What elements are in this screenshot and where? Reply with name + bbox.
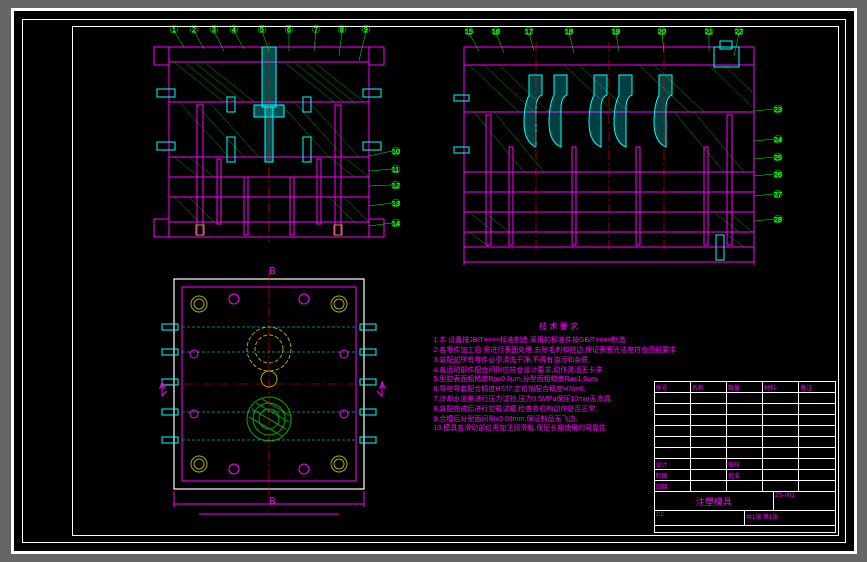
svg-text:19: 19 (612, 29, 620, 36)
svg-text:7: 7 (314, 27, 318, 34)
svg-text:13: 13 (392, 201, 400, 208)
note-line: 5.型腔表面粗糙度Ra≤0.8μm,分型面粗糙度Ra≤1.6μm. (434, 375, 684, 385)
note-line: 9.合模后分型面间隙≤0.03mm,保证制品无飞边. (434, 415, 684, 425)
svg-text:2: 2 (192, 27, 196, 34)
tb-cell: 序号 (655, 382, 691, 392)
svg-text:26: 26 (774, 172, 782, 179)
svg-text:18: 18 (565, 29, 573, 36)
svg-text:23: 23 (774, 107, 782, 114)
drawing-number: ZS-001 (774, 492, 834, 510)
svg-text:11: 11 (392, 167, 399, 174)
svg-text:24: 24 (774, 137, 782, 144)
svg-text:10: 10 (392, 149, 400, 156)
section-view-right (454, 41, 754, 265)
drawing-sheet[interactable]: 1 2 3 4 5 6 7 8 9 10 11 12 13 14 (11, 8, 857, 554)
note-line: 10.模具各滑动部位需加注润滑脂,保证长期使用的可靠性. (434, 424, 684, 434)
note-line: 1.本 设备按JB/T××××标准制造,采用的标准件按GB/T××××制造. (434, 336, 684, 346)
note-line: 6.导柱导套配合精度H7/f7,定位销配合精度H7/m6. (434, 385, 684, 395)
svg-text:3: 3 (212, 27, 216, 34)
note-line: 8.装配完成后进行空载试模,检查各机构动作是否正常. (434, 405, 684, 415)
svg-text:21: 21 (705, 29, 713, 36)
svg-text:16: 16 (492, 29, 500, 36)
svg-text:5: 5 (260, 27, 264, 34)
svg-text:28: 28 (774, 217, 782, 224)
section-view-left (154, 42, 384, 242)
callout-leaders-left: 1 2 3 4 5 6 7 8 9 10 11 12 13 14 (170, 25, 400, 228)
svg-text:20: 20 (658, 29, 666, 36)
title-block: 序号名称数量材料备注 设计审核 制图批准 日期 注塑模具ZS-001 1:2共1… (654, 381, 836, 533)
technical-notes: 技 术 要 求 1.本 设备按JB/T××××标准制造,采用的标准件按GB/T×… (434, 321, 684, 434)
svg-text:6: 6 (287, 27, 291, 34)
svg-text:12: 12 (392, 183, 400, 190)
svg-text:17: 17 (525, 29, 533, 36)
svg-text:25: 25 (774, 155, 782, 162)
cad-viewer: 1 2 3 4 5 6 7 8 9 10 11 12 13 14 (0, 0, 867, 562)
svg-text:B: B (269, 496, 276, 507)
svg-text:B: B (269, 266, 276, 277)
svg-text:14: 14 (392, 221, 400, 228)
svg-text:15: 15 (465, 29, 473, 36)
notes-title: 技 术 要 求 (434, 321, 684, 332)
svg-text:22: 22 (735, 29, 743, 36)
svg-text:9: 9 (364, 27, 368, 34)
note-line: 4.各运动部件配合间隙应符合设计要求,动作灵活无卡滞. (434, 366, 684, 376)
note-line: 3.装配前所有零件必须清洗干净,不得有油污和杂质. (434, 356, 684, 366)
svg-text:8: 8 (340, 27, 344, 34)
note-line: 2.各零件加工后 需进行表面处理,去除毛刺和锐边,保证表面光洁度符合图纸要求. (434, 346, 684, 356)
plan-view (162, 271, 376, 514)
svg-text:1: 1 (172, 27, 176, 34)
note-line: 7.冷却水道需进行压力试验,压力0.5MPa保压10min无渗漏. (434, 395, 684, 405)
svg-text:4: 4 (232, 27, 236, 34)
drawing-title: 注塑模具 (655, 492, 775, 510)
sheet-number: 共1张 第1张 (745, 511, 835, 525)
drawing-scale: 1:2 (655, 511, 746, 525)
svg-text:27: 27 (774, 192, 782, 199)
